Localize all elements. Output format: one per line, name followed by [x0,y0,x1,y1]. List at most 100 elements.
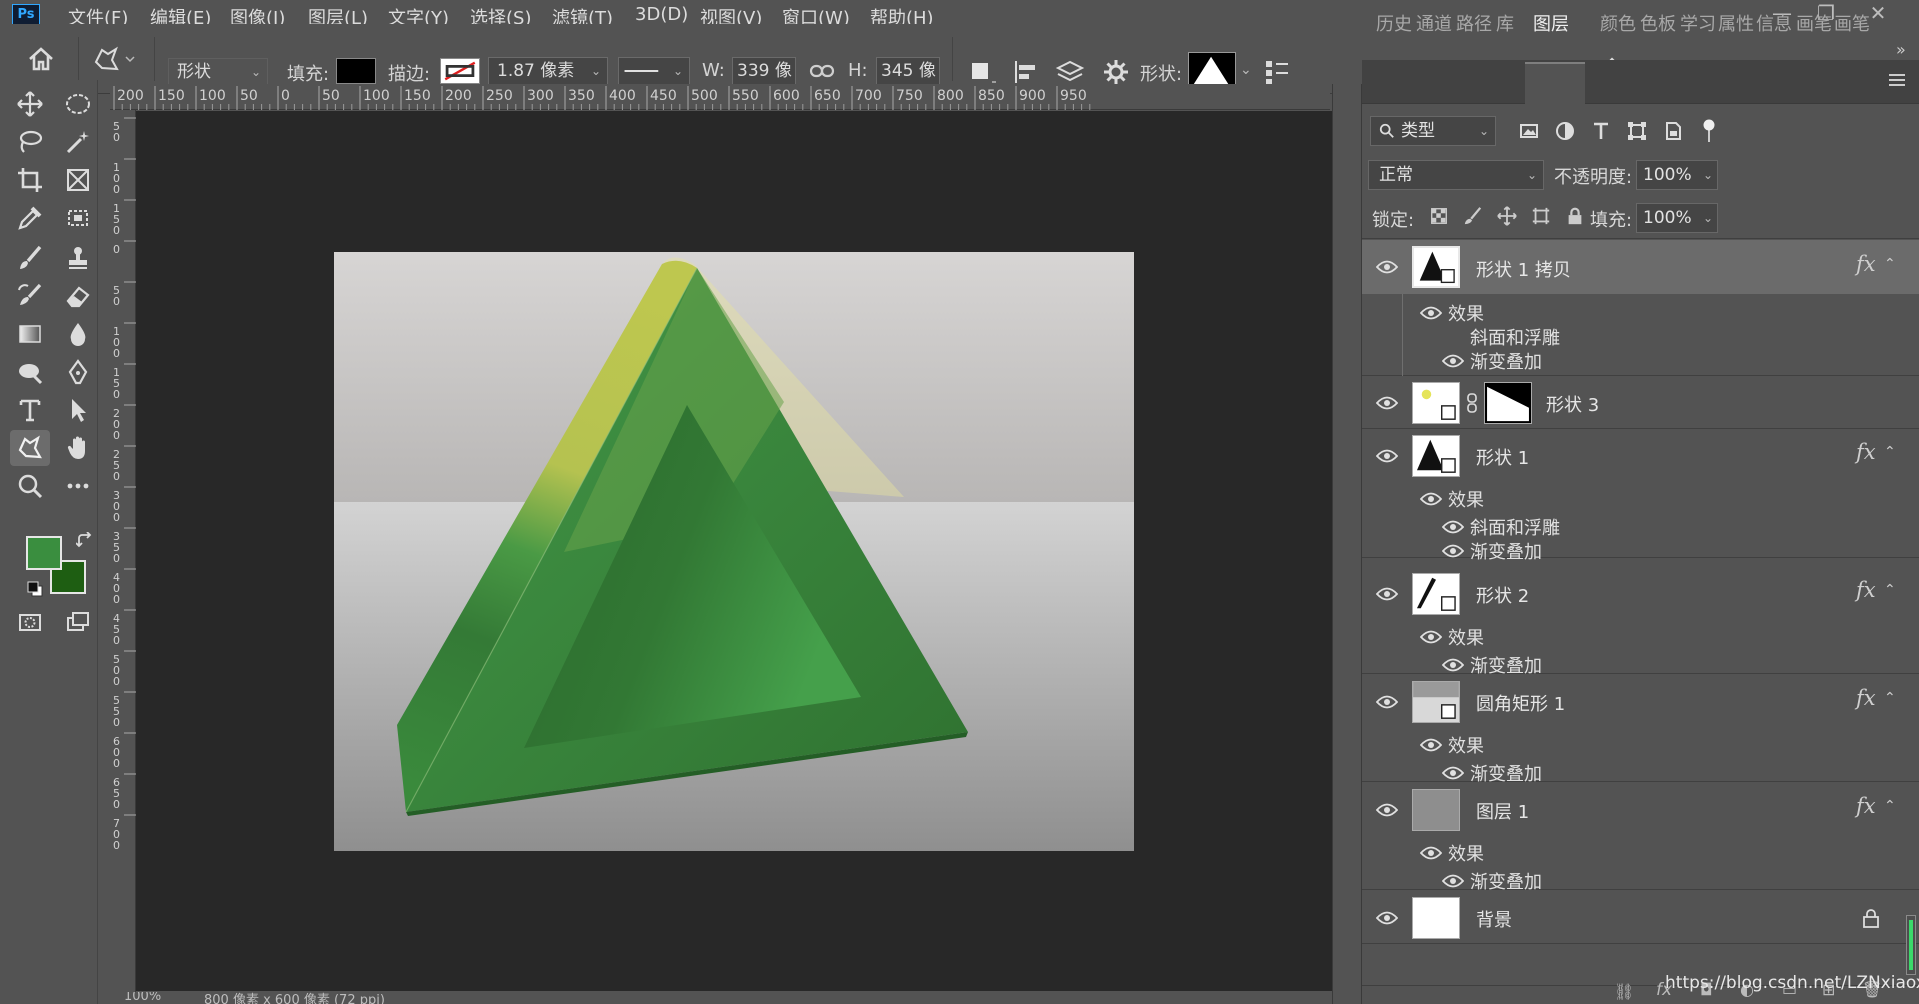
filter-shape-icon[interactable] [1626,120,1648,142]
layer-row-shape-1-copy[interactable]: 形状 1 拷贝 fx ⌃ 效果 斜面和浮雕 渐变叠加 [1362,240,1919,376]
magic-wand-icon[interactable] [58,124,98,160]
tab-history[interactable]: 历史 [1376,10,1412,36]
effects-visibility-eye-icon[interactable] [1420,630,1442,644]
stroke-style-select[interactable]: ⌄ [618,57,690,85]
visibility-eye-icon[interactable] [1376,803,1398,817]
tab-properties[interactable]: 属性 [1718,10,1754,36]
effect-visibility-eye-icon[interactable] [1442,766,1464,780]
stamp-tool-icon[interactable] [58,240,98,276]
layer-fx-icon[interactable]: fx [1856,440,1876,464]
gradient-tool-icon[interactable] [10,316,50,352]
tab-paths[interactable]: 路径 [1456,10,1492,36]
effect-gradient-overlay[interactable]: 渐变叠加 [1470,868,1542,894]
layer-name[interactable]: 图层 1 [1476,798,1529,824]
effects-visibility-eye-icon[interactable] [1420,306,1442,320]
dodge-tool-icon[interactable] [10,354,50,390]
layer-name[interactable]: 形状 1 [1476,444,1529,470]
frame-tool-icon[interactable] [58,162,98,198]
foreground-color-swatch[interactable] [26,536,62,570]
layer-row-shape-1[interactable]: 形状 1 fx ⌃ 效果 斜面和浮雕 渐变叠加 [1362,430,1919,563]
blur-tool-icon[interactable] [58,316,98,352]
layer-fx-icon[interactable]: fx [1856,578,1876,602]
more-tools-icon[interactable] [58,468,98,504]
screen-mode-icon[interactable] [58,604,98,640]
type-tool-icon[interactable] [10,392,50,428]
effect-gradient-overlay[interactable]: 渐变叠加 [1470,760,1542,786]
zoom-tool-icon[interactable] [10,468,50,504]
visibility-eye-icon[interactable] [1376,695,1398,709]
layer-row-background[interactable]: 背景 [1362,892,1919,944]
stroke-width-field[interactable]: 1.87 像素 ⌄ [488,57,608,85]
scrollbar-thumb[interactable] [1909,920,1913,970]
layer-row-shape-3[interactable]: 形状 3 [1362,377,1919,429]
layers-scrollbar[interactable] [1906,915,1916,975]
visibility-eye-icon[interactable] [1376,396,1398,410]
layer-row-rounded-rect-1[interactable]: 圆角矩形 1 fx ⌃ 效果 渐变叠加 [1362,676,1919,785]
menu-3d[interactable]: 3D(D) [635,4,688,25]
filter-toggle-icon[interactable] [1702,118,1716,146]
tool-preset-picker[interactable] [90,44,138,78]
document-canvas[interactable] [334,252,1134,851]
lock-transparent-icon[interactable] [1428,206,1450,228]
tab-brush-settings[interactable]: 画笔 [1834,10,1870,36]
effect-visibility-eye-icon[interactable] [1442,520,1464,534]
effect-gradient-overlay[interactable]: 渐变叠加 [1470,538,1542,564]
lock-icon[interactable] [1862,908,1880,928]
document-info[interactable]: 800 像素 x 600 像素 (72 ppi) [204,992,385,1004]
layer-fx-icon[interactable]: fx [1856,794,1876,818]
collapse-effects-icon[interactable]: ⌃ [1884,444,1896,460]
layer-mask-thumbnail[interactable] [1484,382,1532,424]
eyedropper-icon[interactable] [10,200,50,236]
tool-mode-select[interactable]: 形状 ⌄ [168,58,268,86]
object-selection-icon[interactable] [58,200,98,236]
layer-fx-icon[interactable]: fx [1856,686,1876,710]
effect-visibility-eye-icon[interactable] [1442,658,1464,672]
pen-tool-icon[interactable] [58,354,98,390]
effects-visibility-eye-icon[interactable] [1420,492,1442,506]
link-icon[interactable] [808,58,836,84]
custom-shape-tool-icon[interactable] [10,430,50,466]
tab-libraries[interactable]: 库 [1496,10,1514,36]
layer-row-layer-1[interactable]: 图层 1 fx ⌃ 效果 渐变叠加 [1362,784,1919,893]
fill-field[interactable]: 100% ⌄ [1636,203,1718,233]
opacity-field[interactable]: 100% ⌄ [1636,160,1718,190]
collapse-effects-icon[interactable]: ⌃ [1884,690,1896,706]
visibility-eye-icon[interactable] [1376,449,1398,463]
swap-colors-icon[interactable] [75,531,94,550]
link-icon[interactable] [1466,393,1478,413]
hand-tool-icon[interactable] [58,430,98,466]
collapse-effects-icon[interactable]: ⌃ [1884,798,1896,814]
expand-panels-icon[interactable]: » [1896,40,1906,59]
tab-brushes[interactable]: 画笔 [1796,10,1832,36]
layer-filter-select[interactable]: 类型 ⌄ [1370,116,1496,146]
layer-name[interactable]: 形状 1 拷贝 [1476,256,1571,282]
effect-bevel-emboss[interactable]: 斜面和浮雕 [1470,514,1560,540]
layer-name[interactable]: 圆角矩形 1 [1476,690,1565,716]
visibility-eye-icon[interactable] [1376,587,1398,601]
effects-visibility-eye-icon[interactable] [1420,738,1442,752]
crop-tool-icon[interactable] [10,162,50,198]
filter-adjustment-icon[interactable] [1554,120,1576,142]
brush-tool-icon[interactable] [10,240,50,276]
effect-visibility-eye-icon[interactable] [1442,544,1464,558]
layer-name[interactable]: 形状 3 [1546,391,1599,417]
panel-menu-icon[interactable] [1886,70,1908,90]
collapse-effects-icon[interactable]: ⌃ [1884,256,1896,272]
layer-fx-icon[interactable]: fx [1856,252,1876,276]
visibility-eye-icon[interactable] [1376,260,1398,274]
lasso-tool-icon[interactable] [10,124,50,160]
filter-smart-object-icon[interactable] [1662,120,1684,142]
visibility-eye-icon[interactable] [1376,911,1398,925]
elliptical-marquee-icon[interactable] [58,86,98,122]
lock-artboard-icon[interactable] [1530,206,1552,228]
stroke-swatch[interactable] [440,58,480,84]
chevron-down-icon[interactable]: ⌄ [1240,62,1252,78]
blend-mode-select[interactable]: 正常 ⌄ [1368,160,1544,190]
layer-name[interactable]: 背景 [1476,906,1512,932]
history-brush-icon[interactable] [10,278,50,314]
lock-position-icon[interactable] [1496,206,1518,228]
path-selection-icon[interactable] [58,392,98,428]
link-layers-icon[interactable]: ⛓ [1614,982,1634,1001]
width-field[interactable]: 339 像素 [732,57,796,85]
layer-row-shape-2[interactable]: 形状 2 fx ⌃ 效果 渐变叠加 [1362,568,1919,677]
